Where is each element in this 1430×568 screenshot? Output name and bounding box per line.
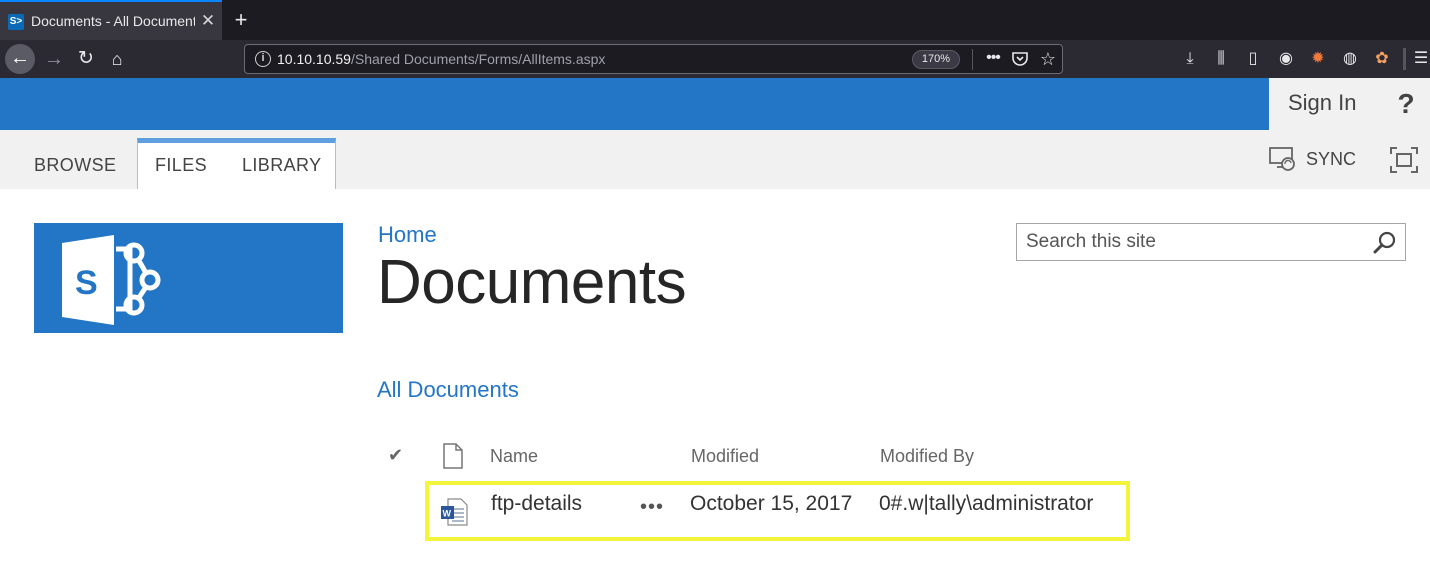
url-text[interactable]: 10.10.10.59/Shared Documents/Forms/AllIt… [277,51,605,67]
svg-text:W: W [443,509,452,519]
reload-icon[interactable]: ↻ [74,46,98,72]
item-menu-ellipsis-icon[interactable]: ••• [638,497,666,520]
library-icon[interactable]: ⫼ [1208,46,1234,72]
urlbar-divider [972,49,973,70]
sharepoint-favicon-icon: S> [8,14,24,30]
signin-area: Sign In ? [1269,78,1430,130]
column-header-name[interactable]: Name [490,446,538,467]
page-actions-more-icon[interactable]: ••• [981,47,1005,71]
column-header-modified-by[interactable]: Modified By [880,446,974,467]
extension-palette-icon[interactable]: ✿ [1369,46,1395,72]
sharepoint-logo-icon: S [62,235,161,325]
sync-icon[interactable] [1268,145,1298,173]
site-info-icon[interactable]: i [255,51,271,67]
word-document-icon: W [441,498,468,526]
breadcrumb-home-link[interactable]: Home [378,222,437,248]
url-host: 10.10.10.59 [277,51,351,67]
extension-cookie-icon[interactable]: ◍ [1337,46,1363,72]
address-bar[interactable]: i 10.10.10.59/Shared Documents/Forms/All… [244,44,1063,74]
document-modified-by[interactable]: 0#.w|tally\administrator [879,492,1093,516]
back-arrow-icon[interactable]: ← [5,44,35,74]
tab-browse[interactable]: BROWSE [34,155,116,176]
tab-close-icon[interactable]: ✕ [200,11,216,31]
home-icon[interactable]: ⌂ [105,46,129,72]
url-path: /Shared Documents/Forms/AllItems.aspx [350,51,606,67]
tab-library[interactable]: LIBRARY [242,155,322,176]
tab-title: Documents - All Documents [31,13,195,29]
pocket-icon[interactable] [1011,50,1029,68]
file-type-header-icon[interactable] [441,443,465,469]
search-box [1016,223,1406,261]
downloads-icon[interactable]: ⤓ [1177,46,1203,72]
sign-in-link[interactable]: Sign In [1288,90,1357,116]
help-icon[interactable]: ? [1394,88,1418,120]
bookmark-star-icon[interactable]: ☆ [1038,47,1058,71]
browser-tabstrip: S> Documents - All Documents ✕ + [0,0,1430,40]
tab-files[interactable]: FILES [155,155,207,176]
search-icon[interactable] [1373,231,1397,255]
page-title: Documents [377,248,687,317]
browser-tab-active[interactable]: S> Documents - All Documents ✕ [0,0,222,40]
document-modified: October 15, 2017 [690,492,853,515]
sidebar-icon[interactable]: ▯ [1240,46,1266,72]
extension-fox-icon[interactable]: ✹ [1305,46,1331,72]
toolbar-divider [1403,48,1406,70]
new-tab-icon[interactable]: + [229,6,253,34]
forward-arrow-icon[interactable]: → [42,46,66,72]
account-icon[interactable]: ◉ [1273,46,1299,72]
site-logo[interactable]: S [34,223,343,333]
focus-on-content-icon[interactable] [1389,146,1419,174]
column-header-modified[interactable]: Modified [691,446,759,467]
hamburger-menu-icon[interactable]: ☰ [1408,46,1430,72]
view-all-documents-link[interactable]: All Documents [377,377,519,403]
search-input[interactable] [1026,224,1366,260]
sync-button[interactable]: SYNC [1306,149,1356,170]
svg-text:S: S [75,264,98,302]
document-name-link[interactable]: ftp-details [491,492,582,516]
select-all-check-icon[interactable]: ✔ [388,445,406,465]
zoom-level-badge[interactable]: 170% [912,50,960,69]
ribbon: BROWSE FILES LIBRARY [0,130,1430,189]
suite-bar [0,78,1430,130]
